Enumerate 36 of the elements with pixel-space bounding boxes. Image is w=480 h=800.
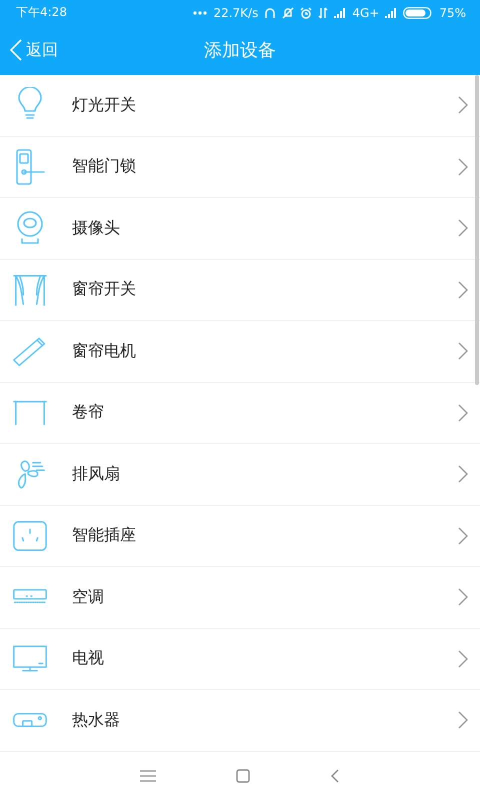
- chevron-right-icon: [458, 158, 468, 176]
- chevron-right-icon: [458, 342, 468, 360]
- battery-icon: [403, 6, 434, 18]
- device-row[interactable]: 电视: [0, 628, 480, 690]
- network-speed: 22.7K/s: [213, 6, 258, 20]
- signal-icon: [385, 8, 398, 18]
- alarm-icon: [300, 6, 312, 18]
- network-type: 4G+: [352, 6, 380, 20]
- chevron-right-icon: [458, 465, 468, 484]
- chevron-right-icon: [458, 711, 468, 730]
- battery-percent: 75%: [439, 6, 466, 20]
- chevron-right-icon: [458, 404, 468, 422]
- door-lock-icon: [14, 148, 46, 186]
- more-dots-icon: [193, 10, 208, 14]
- chevron-right-icon: [458, 526, 468, 545]
- device-row[interactable]: 排风扇: [0, 444, 480, 506]
- chevron-left-icon: [10, 39, 22, 61]
- back-icon[interactable]: [330, 769, 340, 783]
- device-row[interactable]: 智能插座: [0, 506, 480, 567]
- menu-icon[interactable]: [140, 770, 156, 782]
- chevron-right-icon: [458, 96, 468, 114]
- chevron-right-icon: [458, 650, 468, 668]
- status-time: 下午4:28: [16, 4, 67, 21]
- page-title: 添加设备: [204, 39, 276, 62]
- chevron-right-icon: [458, 280, 468, 299]
- data-arrows-icon: [318, 6, 328, 18]
- device-row[interactable]: 卷帘: [0, 382, 480, 444]
- chevron-right-icon: [458, 588, 468, 606]
- signal-icon: [334, 8, 346, 18]
- chevron-right-icon: [458, 219, 468, 238]
- power-socket-icon: [12, 518, 48, 553]
- camera-icon: [14, 210, 46, 246]
- home-square-icon[interactable]: [236, 769, 250, 783]
- headphones-icon: [264, 6, 276, 18]
- device-row[interactable]: 空调: [0, 567, 480, 628]
- notifications-off-icon: [282, 6, 294, 18]
